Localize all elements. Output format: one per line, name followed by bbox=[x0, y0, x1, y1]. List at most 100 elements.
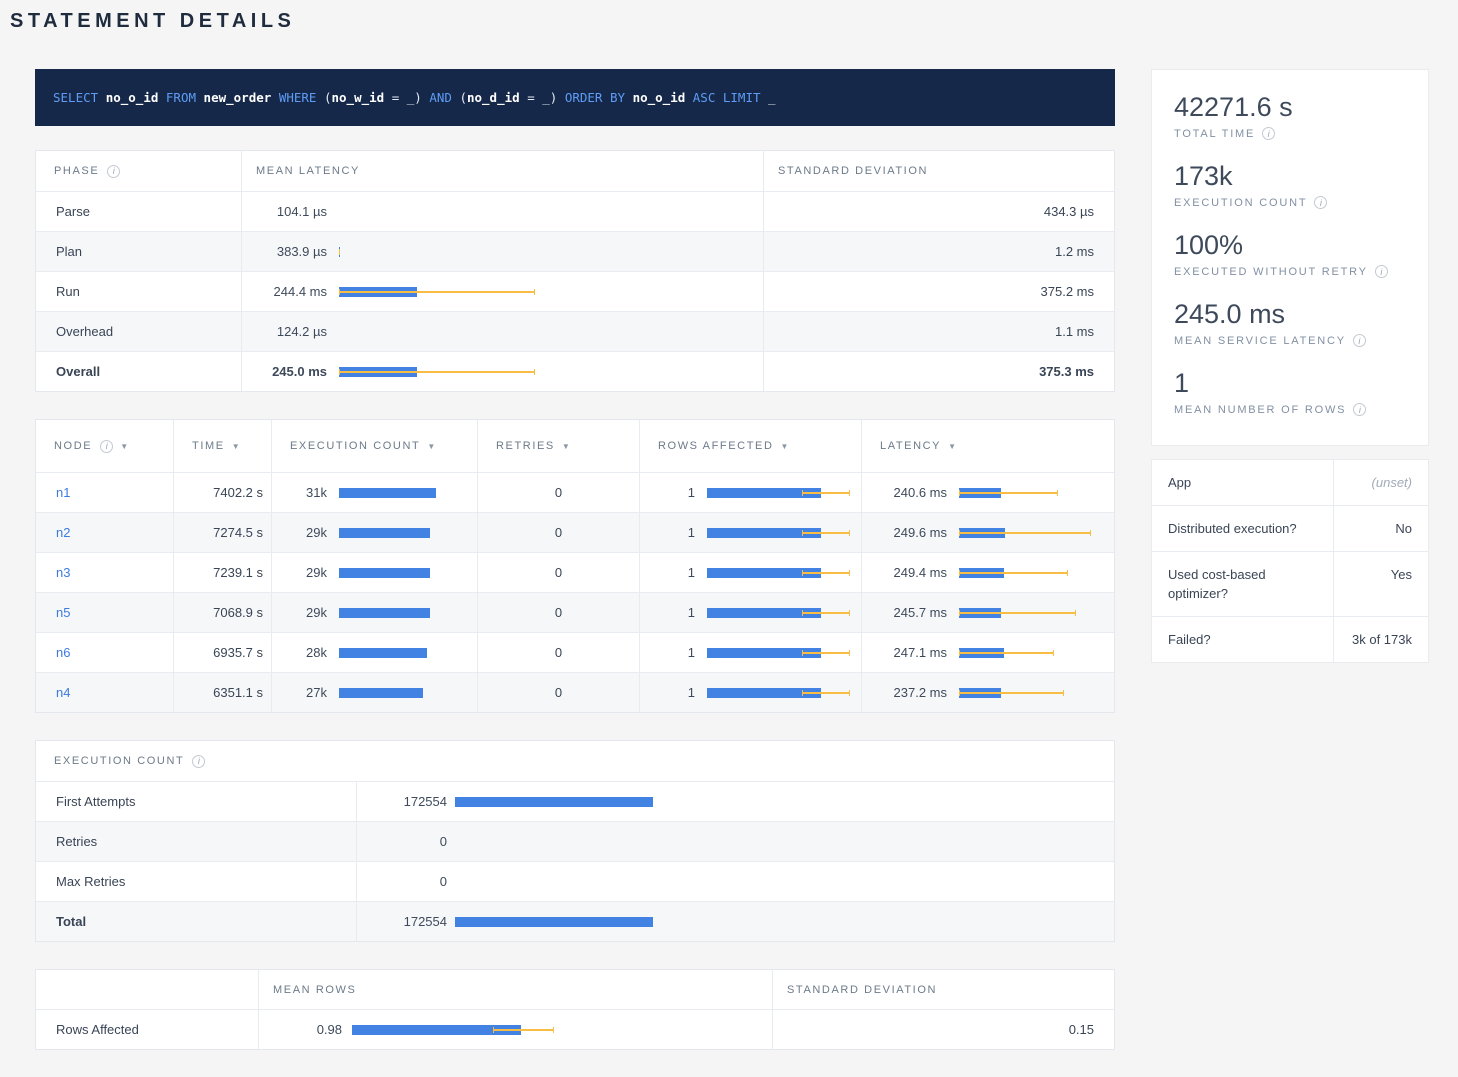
retries-column-header[interactable]: RETRIES ▼ bbox=[477, 420, 639, 472]
exec-count-bar bbox=[455, 837, 655, 847]
node-link[interactable]: n3 bbox=[56, 565, 70, 580]
latency-value: 249.4 ms bbox=[862, 565, 947, 580]
rows-affected-cell: 1 bbox=[639, 553, 861, 592]
sql-token: no_o_id bbox=[633, 90, 686, 105]
execution-count-value: 29k bbox=[272, 565, 327, 580]
execution-count-cell: 29k bbox=[271, 513, 477, 552]
latency-value: 245.7 ms bbox=[862, 605, 947, 620]
summary-card: 42271.6 s TOTAL TIME i 173k EXECUTION CO… bbox=[1151, 69, 1429, 446]
latency-column-label: LATENCY bbox=[880, 440, 941, 452]
statement-attributes-card: App (unset) Distributed execution? No Us… bbox=[1151, 459, 1429, 663]
rows-affected-column-header[interactable]: ROWS AFFECTED ▼ bbox=[639, 420, 861, 472]
attribute-label: Used cost-based optimizer? bbox=[1152, 552, 1333, 616]
retries-value: 0 bbox=[477, 513, 639, 552]
rows-affected-cell: 1 bbox=[639, 473, 861, 512]
stat-mean-service-latency: 245.0 ms MEAN SERVICE LATENCY i bbox=[1174, 299, 1416, 347]
table-row: n4 6351.1 s 27k 0 1 237.2 ms bbox=[36, 672, 1114, 712]
sql-token: ASC LIMIT bbox=[693, 90, 768, 105]
mean-latency-value: 244.4 ms bbox=[242, 284, 327, 299]
stat-value: 100% bbox=[1174, 230, 1416, 260]
stddev-line bbox=[339, 291, 535, 293]
info-icon[interactable]: i bbox=[1314, 196, 1327, 209]
time-value: 6935.7 s bbox=[173, 633, 271, 672]
retries-value: 0 bbox=[477, 593, 639, 632]
rows-affected-table: MEAN ROWS STANDARD DEVIATION Rows Affect… bbox=[35, 969, 1115, 1050]
sql-token: new_order bbox=[204, 90, 272, 105]
execution-count-column-header[interactable]: EXECUTION COUNT ▼ bbox=[271, 420, 477, 472]
stddev-line bbox=[959, 652, 1054, 654]
rows-affected-bar bbox=[707, 528, 857, 538]
sql-token: ( bbox=[459, 90, 467, 105]
sql-token: WHERE bbox=[279, 90, 324, 105]
stddev-line bbox=[959, 532, 1091, 534]
table-row: Parse 104.1 µs 434.3 µs bbox=[36, 191, 1114, 231]
stddev-line bbox=[339, 371, 535, 373]
latency-column-header[interactable]: LATENCY ▼ bbox=[861, 420, 1114, 472]
stat-value: 245.0 ms bbox=[1174, 299, 1416, 329]
table-row: Total 172554 bbox=[36, 901, 1114, 941]
table-row: Retries 0 bbox=[36, 821, 1114, 861]
stddev-line bbox=[959, 692, 1064, 694]
bar-fill bbox=[339, 488, 436, 498]
node-column-header[interactable]: NODE i ▼ bbox=[36, 420, 173, 472]
mean-latency-column-label: MEAN LATENCY bbox=[256, 165, 360, 177]
stddev-line bbox=[802, 652, 850, 654]
attribute-row-app: App (unset) bbox=[1152, 460, 1428, 505]
latency-bar-chart bbox=[339, 287, 539, 297]
latency-value: 237.2 ms bbox=[862, 685, 947, 700]
stddev-line bbox=[493, 1029, 555, 1031]
sort-desc-icon[interactable]: ▼ bbox=[232, 442, 240, 451]
stddev-line bbox=[802, 692, 850, 694]
execution-count-cell: 29k bbox=[271, 593, 477, 632]
info-icon[interactable]: i bbox=[192, 755, 205, 768]
node-link[interactable]: n4 bbox=[56, 685, 70, 700]
rows-affected-bar bbox=[707, 488, 857, 498]
stddev-line bbox=[959, 612, 1076, 614]
rows-affected-value: 1 bbox=[640, 525, 695, 540]
stat-label: MEAN NUMBER OF ROWS i bbox=[1174, 403, 1416, 416]
sort-desc-icon[interactable]: ▼ bbox=[562, 442, 570, 451]
bar-fill bbox=[339, 648, 427, 658]
info-icon[interactable]: i bbox=[100, 440, 113, 453]
sql-token: no_w_id bbox=[332, 90, 385, 105]
info-icon[interactable]: i bbox=[1375, 265, 1388, 278]
info-icon[interactable]: i bbox=[1353, 403, 1366, 416]
rows-affected-value: 1 bbox=[640, 485, 695, 500]
rows-affected-value: 1 bbox=[640, 605, 695, 620]
execution-count-table-header: EXECUTION COUNT i bbox=[36, 741, 1114, 781]
table-row: n1 7402.2 s 31k 0 1 240.6 ms bbox=[36, 472, 1114, 512]
info-icon[interactable]: i bbox=[1353, 334, 1366, 347]
node-link[interactable]: n5 bbox=[56, 605, 70, 620]
mean-latency-value: 383.9 µs bbox=[242, 244, 327, 259]
stddev-line bbox=[959, 572, 1068, 574]
phase-column-header: PHASE i bbox=[36, 151, 241, 191]
table-row: Rows Affected 0.98 0.15 bbox=[36, 1009, 1114, 1049]
node-link[interactable]: n6 bbox=[56, 645, 70, 660]
retries-column-label: RETRIES bbox=[496, 440, 555, 452]
sort-desc-icon[interactable]: ▼ bbox=[427, 442, 435, 451]
execution-count-column-label: EXECUTION COUNT bbox=[290, 440, 420, 452]
info-icon[interactable]: i bbox=[107, 165, 120, 178]
execution-count-value: 29k bbox=[272, 525, 327, 540]
sort-desc-icon[interactable]: ▼ bbox=[948, 442, 956, 451]
sort-desc-icon[interactable]: ▼ bbox=[120, 442, 128, 451]
sql-token: = _) bbox=[384, 90, 429, 105]
node-link[interactable]: n1 bbox=[56, 485, 70, 500]
info-icon[interactable]: i bbox=[1262, 127, 1275, 140]
stddev-line bbox=[802, 612, 850, 614]
time-column-header[interactable]: TIME ▼ bbox=[173, 420, 271, 472]
latency-value: 249.6 ms bbox=[862, 525, 947, 540]
stddev-line bbox=[802, 492, 850, 494]
rows-affected-value: 1 bbox=[640, 645, 695, 660]
node-link[interactable]: n2 bbox=[56, 525, 70, 540]
std-dev-column-header: STANDARD DEVIATION bbox=[772, 970, 1114, 1009]
sort-desc-icon[interactable]: ▼ bbox=[781, 442, 789, 451]
std-dev-value: 375.2 ms bbox=[763, 272, 1114, 311]
mean-rows-column-label: MEAN ROWS bbox=[273, 984, 356, 996]
attribute-value: (unset) bbox=[1333, 460, 1428, 505]
execution-count-table-label: EXECUTION COUNT bbox=[54, 755, 184, 767]
execution-count-cell: 29k bbox=[271, 553, 477, 592]
latency-bar-chart bbox=[339, 207, 539, 217]
std-dev-value: 0.15 bbox=[772, 1010, 1114, 1049]
page-title: STATEMENT DETAILS bbox=[10, 10, 1458, 33]
